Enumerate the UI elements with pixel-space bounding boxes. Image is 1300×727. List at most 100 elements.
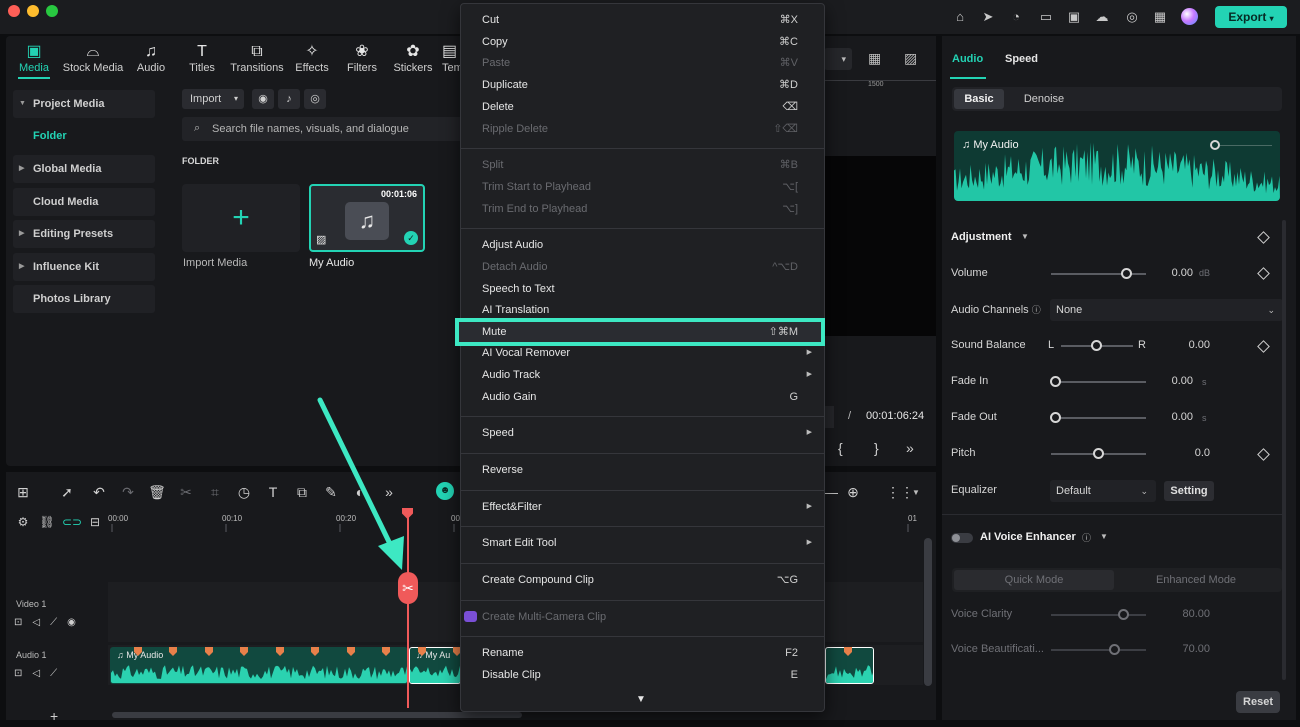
add-track-plus-icon[interactable]: + — [50, 708, 58, 724]
pitch-value[interactable]: 0.0 — [1170, 447, 1210, 459]
sidebar-item-folder[interactable]: Folder — [33, 130, 67, 142]
menu-item-adjust-audio[interactable]: Adjust Audio — [482, 235, 812, 255]
expand-icon[interactable]: » — [906, 440, 914, 456]
select-tool-icon[interactable]: ➚ — [58, 484, 76, 501]
redo-icon[interactable]: ↷ — [119, 484, 137, 501]
waveform-volume-knob[interactable] — [1210, 140, 1220, 150]
ai-voice-enhancer-toggle[interactable] — [951, 533, 973, 543]
timecode-field[interactable] — [824, 406, 834, 428]
record-screen-button[interactable]: ◉ — [252, 89, 274, 109]
menu-item-create-compound-clip[interactable]: Create Compound Clip ⌥G — [482, 570, 812, 590]
tab-filters[interactable]: ❀ Filters — [344, 42, 380, 74]
timeline-settings-icon[interactable]: ⋮⋮ — [886, 484, 914, 501]
grid-apps-icon[interactable]: ▦ — [1152, 9, 1168, 25]
sidebar-item-photos-library[interactable]: Photos Library — [13, 285, 155, 313]
fade-in-value[interactable]: 0.00 — [1153, 375, 1193, 387]
menu-item-duplicate[interactable]: Duplicate ⌘D — [482, 75, 812, 95]
help-icon[interactable]: ⓘ — [1082, 531, 1091, 544]
equalizer-setting-button[interactable]: Setting — [1164, 481, 1214, 501]
volume-slider-knob[interactable] — [1121, 268, 1132, 279]
pitch-slider-knob[interactable] — [1093, 448, 1104, 459]
avatar[interactable] — [1181, 8, 1198, 25]
track-settings-icon[interactable]: ⚙ — [14, 515, 32, 529]
ai-copilot-icon[interactable]: ☻ — [436, 482, 454, 500]
sound-balance-value[interactable]: 0.00 — [1170, 339, 1210, 351]
webcam-button[interactable]: ◎ — [304, 89, 326, 109]
properties-scrollbar[interactable] — [1282, 220, 1286, 680]
fade-out-slider-knob[interactable] — [1050, 412, 1061, 423]
monitor-icon[interactable]: ▭ — [1038, 9, 1054, 25]
layout-icon[interactable]: ⊞ — [14, 484, 32, 501]
tab-effects[interactable]: ✧ Effects — [294, 42, 330, 74]
menu-item-effect-filter[interactable]: Effect&Filter ▶ — [482, 497, 812, 517]
media-tile-my-audio[interactable]: 00:01:06 ♫ ▨ ✓ — [309, 184, 425, 252]
volume-value[interactable]: 0.00 — [1153, 267, 1193, 279]
sidebar-item-project-media[interactable]: ▼ Project Media — [13, 90, 155, 118]
voice-clarity-slider-knob[interactable] — [1118, 609, 1129, 620]
caret-down-icon[interactable]: ▼ — [1021, 232, 1029, 241]
quick-mode-button[interactable]: Quick Mode — [954, 570, 1114, 590]
tab-audio-properties[interactable]: Audio — [952, 53, 983, 65]
fade-in-slider-knob[interactable] — [1050, 376, 1061, 387]
zoom-window-button[interactable] — [46, 5, 58, 17]
subtab-denoise[interactable]: Denoise — [1016, 89, 1072, 109]
fade-out-value[interactable]: 0.00 — [1153, 411, 1193, 423]
split-scissors-icon[interactable]: ✂ — [177, 484, 195, 501]
shapes-icon[interactable]: ⧉ — [293, 484, 311, 501]
gift-icon[interactable]: ⌂ — [952, 9, 968, 25]
undo-icon[interactable]: ↶ — [90, 484, 108, 501]
audio-track-controls[interactable]: ⊡◁⟋ — [14, 668, 67, 679]
menu-item-speech-to-text[interactable]: Speech to Text — [482, 279, 812, 299]
text-icon[interactable]: T — [264, 484, 282, 500]
menu-item-cut[interactable]: Cut ⌘X — [482, 10, 812, 30]
lock-icon[interactable]: ⊡ — [14, 668, 32, 679]
save-icon[interactable]: ▣ — [1066, 9, 1082, 25]
voice-beautification-slider-knob[interactable] — [1109, 644, 1120, 655]
sidebar-item-cloud-media[interactable]: Cloud Media — [13, 188, 155, 216]
tab-audio[interactable]: ♫ Audio — [134, 42, 168, 74]
menu-item-reverse[interactable]: Reverse — [482, 460, 812, 480]
search-input[interactable]: Search file names, visuals, and dialogue — [182, 117, 468, 141]
fade-in-slider-track[interactable] — [1051, 381, 1146, 383]
timeline-vertical-scrollbar[interactable] — [924, 538, 932, 686]
video-track-controls[interactable]: ⊡◁⟋◉ — [14, 617, 86, 628]
menu-item-speed[interactable]: Speed ▶ — [482, 423, 812, 443]
eye-icon[interactable]: ◉ — [67, 617, 86, 628]
ai-tool-icon[interactable]: ◐ — [351, 484, 369, 500]
zoom-in-icon[interactable]: ⊕ — [844, 484, 862, 501]
menu-item-delete[interactable]: Delete ⌫ — [482, 97, 812, 117]
help-icon[interactable]: ⓘ — [1032, 305, 1041, 315]
tab-titles[interactable]: T Titles — [186, 42, 218, 74]
mark-out-icon[interactable]: } — [874, 440, 879, 456]
mark-in-icon[interactable]: { — [838, 440, 843, 456]
menu-item-ai-vocal-remover[interactable]: AI Vocal Remover ▶ — [482, 343, 812, 363]
pen-icon[interactable]: ✎ — [322, 484, 340, 501]
tab-media[interactable]: ▣ Media — [17, 42, 51, 74]
enhanced-mode-button[interactable]: Enhanced Mode — [1118, 570, 1274, 590]
layout-grid-icon[interactable]: ▦ — [868, 50, 881, 67]
balance-slider-knob[interactable] — [1091, 340, 1102, 351]
sidebar-item-global-media[interactable]: ▶ Global Media — [13, 155, 155, 183]
record-voice-button[interactable]: ♪ — [278, 89, 300, 109]
crop-icon[interactable]: ⌗ — [206, 484, 224, 501]
sidebar-item-editing-presets[interactable]: ▶ Editing Presets — [13, 220, 155, 248]
tab-stickers[interactable]: ✿ Stickers — [392, 42, 434, 74]
voice-clarity-slider-track[interactable] — [1051, 614, 1146, 616]
tab-transitions[interactable]: ⧉ Transitions — [228, 42, 286, 74]
player-quality-dropdown[interactable]: ▾ — [824, 48, 852, 70]
scroll-down-icon[interactable]: ▼ — [636, 694, 646, 705]
playhead-line[interactable] — [407, 512, 409, 708]
hide-icon[interactable]: ⟋ — [50, 668, 67, 679]
speed-icon[interactable]: ◷ — [235, 484, 253, 501]
audio-channels-dropdown[interactable]: None ⌄ — [1050, 299, 1283, 321]
audio-clip-selected[interactable]: ♫ My Au — [409, 647, 461, 684]
reset-button[interactable]: Reset — [1236, 691, 1280, 713]
add-track-icon[interactable]: ⊟ — [86, 515, 104, 529]
menu-item-copy[interactable]: Copy ⌘C — [482, 32, 812, 52]
delete-icon[interactable]: 🗑 — [148, 484, 166, 501]
hide-icon[interactable]: ⟋ — [50, 617, 67, 628]
export-button[interactable]: Export ▾ — [1215, 6, 1287, 28]
support-icon[interactable]: ◎ — [1124, 9, 1140, 25]
snapshot-icon[interactable]: ▨ — [904, 50, 917, 67]
lock-icon[interactable]: ⊡ — [14, 617, 32, 628]
